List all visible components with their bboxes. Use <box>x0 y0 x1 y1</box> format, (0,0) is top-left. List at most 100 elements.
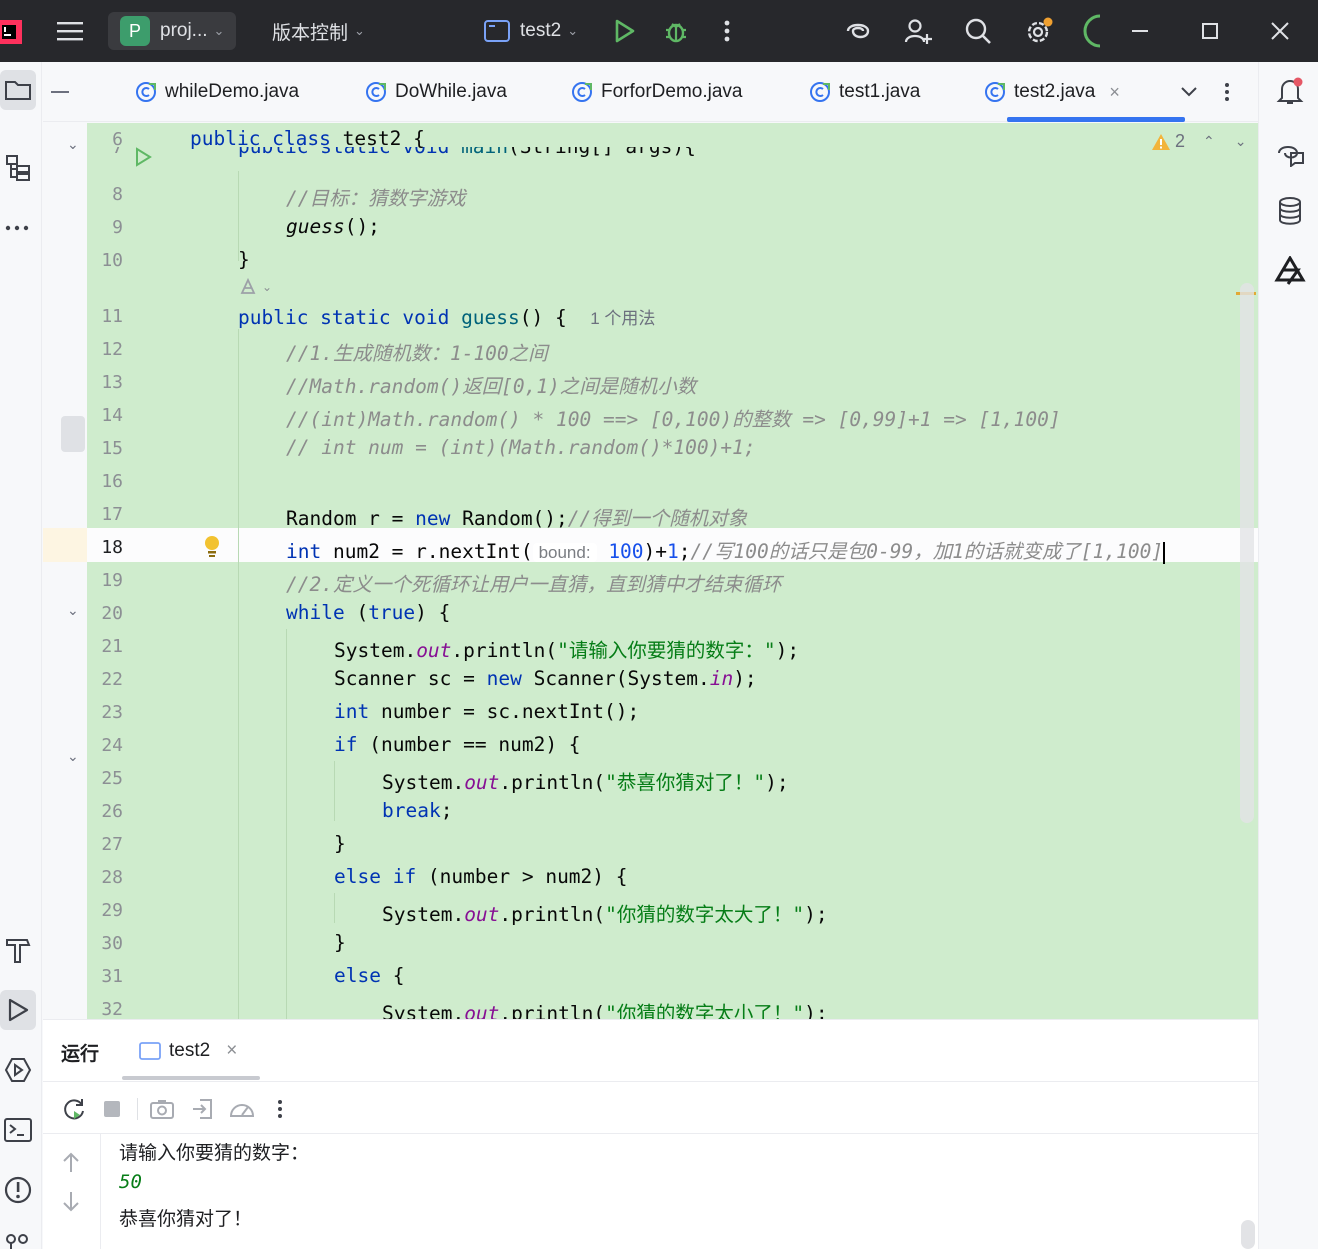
identifier: { <box>380 964 405 987</box>
problems-icon[interactable] <box>0 1170 36 1210</box>
tab-whiledemo[interactable]: whileDemo.java <box>135 62 299 122</box>
identifier: (); <box>344 215 380 238</box>
line-number: 21 <box>101 636 123 657</box>
maximize-icon[interactable] <box>1192 14 1228 48</box>
add-user-icon[interactable] <box>900 14 936 48</box>
code-line: 8 //目标：猜数字游戏 <box>43 178 1258 211</box>
run-panel-header: 运行 test2 × <box>43 1020 1258 1082</box>
code-line: 17 Random r = new Random();//得到一个随机对象 <box>43 498 1258 531</box>
keyword: break <box>382 799 441 822</box>
usage-hint[interactable]: 1 个用法 <box>590 309 655 328</box>
services-icon[interactable] <box>0 1050 36 1090</box>
console-scrollbar[interactable] <box>1241 1220 1255 1249</box>
identifier: ); <box>804 903 828 926</box>
run-tab-underline <box>122 1076 260 1080</box>
hamburger-menu-icon[interactable] <box>52 14 88 48</box>
identifier: number = sc.nextInt(); <box>369 700 640 723</box>
identifier: ); <box>765 771 789 794</box>
bulb-icon[interactable] <box>203 535 221 559</box>
structure-icon[interactable] <box>0 148 36 188</box>
notifications-icon[interactable] <box>1273 74 1307 108</box>
import-icon[interactable] <box>187 1094 217 1124</box>
more-vert-icon[interactable] <box>265 1094 295 1124</box>
java-class-icon <box>366 82 386 102</box>
more-vert-icon[interactable] <box>1215 78 1239 106</box>
method-name: main <box>461 147 508 158</box>
ai-hint-icon[interactable]: ⌄ <box>238 277 272 297</box>
stop-icon[interactable] <box>97 1094 127 1124</box>
line-number: 32 <box>101 999 123 1019</box>
string-literal: "请输入你要猜的数字：" <box>557 639 776 662</box>
line-number: 7 <box>112 147 123 158</box>
code-line: 22 Scanner sc = new Scanner(System.in); <box>43 663 1258 696</box>
git-icon[interactable] <box>0 1224 36 1249</box>
project-folder-icon[interactable] <box>0 70 36 110</box>
line-number: 26 <box>101 801 123 822</box>
ai-chat-icon[interactable] <box>1273 136 1307 170</box>
tab-test1[interactable]: test1.java <box>809 62 920 122</box>
project-selector[interactable]: P proj... ⌄ <box>108 12 237 50</box>
arrow-up-icon[interactable] <box>59 1150 83 1178</box>
line-number: 13 <box>101 372 123 393</box>
run-config-selector[interactable]: test2 ⌄ <box>474 12 588 50</box>
warning-icon <box>1152 133 1170 150</box>
tab-dowhile[interactable]: DoWhile.java <box>365 62 507 122</box>
code-text: System.out.println("恭喜你猜对了！"); <box>382 766 789 795</box>
vcs-menu[interactable]: 版本控制 ⌄ <box>262 12 375 50</box>
line-number: 17 <box>101 504 123 525</box>
hide-panel-icon[interactable] <box>47 78 73 106</box>
debug-icon[interactable] <box>659 14 693 48</box>
chevron-up-icon[interactable]: ⌃ <box>1203 133 1215 150</box>
close-tab-icon[interactable]: × <box>226 1040 237 1062</box>
code-text: public static void guess() { 1 个用法 <box>238 304 655 329</box>
line-number: 14 <box>101 405 123 426</box>
more-vert-icon[interactable] <box>714 14 740 48</box>
run-icon[interactable] <box>0 990 36 1030</box>
run-icon[interactable] <box>608 14 642 48</box>
line-number: 11 <box>101 306 123 327</box>
code-line: 26 break; <box>43 795 1258 828</box>
identifier: ) { <box>415 601 451 624</box>
inspection-widget[interactable]: 2 ⌃ ⌄ <box>1151 131 1246 152</box>
identifier: ; <box>678 540 691 563</box>
static-field: out <box>416 639 452 662</box>
code-line: 16 <box>43 465 1258 498</box>
code-text: int num2 = r.nextInt(bound: 100)+1;//写10… <box>286 535 1166 564</box>
tabs-dropdown-icon[interactable] <box>1174 78 1204 106</box>
profiler-icon[interactable] <box>227 1094 257 1124</box>
rerun-icon[interactable] <box>59 1094 89 1124</box>
minimize-icon[interactable] <box>1122 14 1158 48</box>
search-icon[interactable] <box>960 14 996 48</box>
code-line-current: 18 int num2 = r.nextInt(bound: 100)+1;//… <box>43 531 1258 564</box>
database-icon[interactable] <box>1273 194 1307 228</box>
code-text: else { <box>334 964 404 987</box>
close-tab-icon[interactable]: × <box>1109 82 1120 103</box>
line-number: 24 <box>101 735 123 756</box>
close-icon[interactable] <box>1262 14 1298 48</box>
build-hammer-icon[interactable] <box>0 930 36 970</box>
arrow-down-icon[interactable] <box>59 1190 83 1218</box>
terminal-icon[interactable] <box>0 1110 36 1150</box>
java-class-icon <box>985 82 1005 102</box>
editor-scrollbar[interactable] <box>1240 283 1254 823</box>
run-panel: 运行 test2 × 请输入你要猜的数字： 50 恭喜你猜对了！ <box>43 1020 1258 1249</box>
code-line: 13 //Math.random()返回[0,1)之间是随机小数 <box>43 366 1258 399</box>
screenshot-icon[interactable] <box>147 1094 177 1124</box>
keyword: else if <box>334 865 417 888</box>
code-text: System.out.println("你猜的数字太小了！"); <box>382 997 828 1019</box>
code-line: 32 System.out.println("你猜的数字太小了！"); <box>43 993 1258 1019</box>
code-text: int number = sc.nextInt(); <box>334 700 639 723</box>
code-editor[interactable]: ⌄ ⌄ ⌄ 6 public class test2 { 7 public st… <box>43 123 1258 1019</box>
run-gutter-icon[interactable] <box>133 147 153 167</box>
more-icon[interactable] <box>0 208 36 248</box>
intellij-logo-icon[interactable] <box>0 16 26 46</box>
ai-assistant-icon[interactable] <box>840 14 876 48</box>
run-tab-test2[interactable]: test2 × <box>139 1034 237 1068</box>
chevron-down-icon[interactable]: ⌄ <box>1235 133 1247 150</box>
tab-test2[interactable]: test2.java × <box>984 62 1120 122</box>
settings-icon[interactable] <box>1020 14 1056 48</box>
left-tool-strip <box>0 62 42 1249</box>
identifier: Scanner(System. <box>521 667 710 690</box>
plugin-icon[interactable] <box>1273 254 1307 288</box>
tab-forfordemo[interactable]: ForforDemo.java <box>571 62 743 122</box>
